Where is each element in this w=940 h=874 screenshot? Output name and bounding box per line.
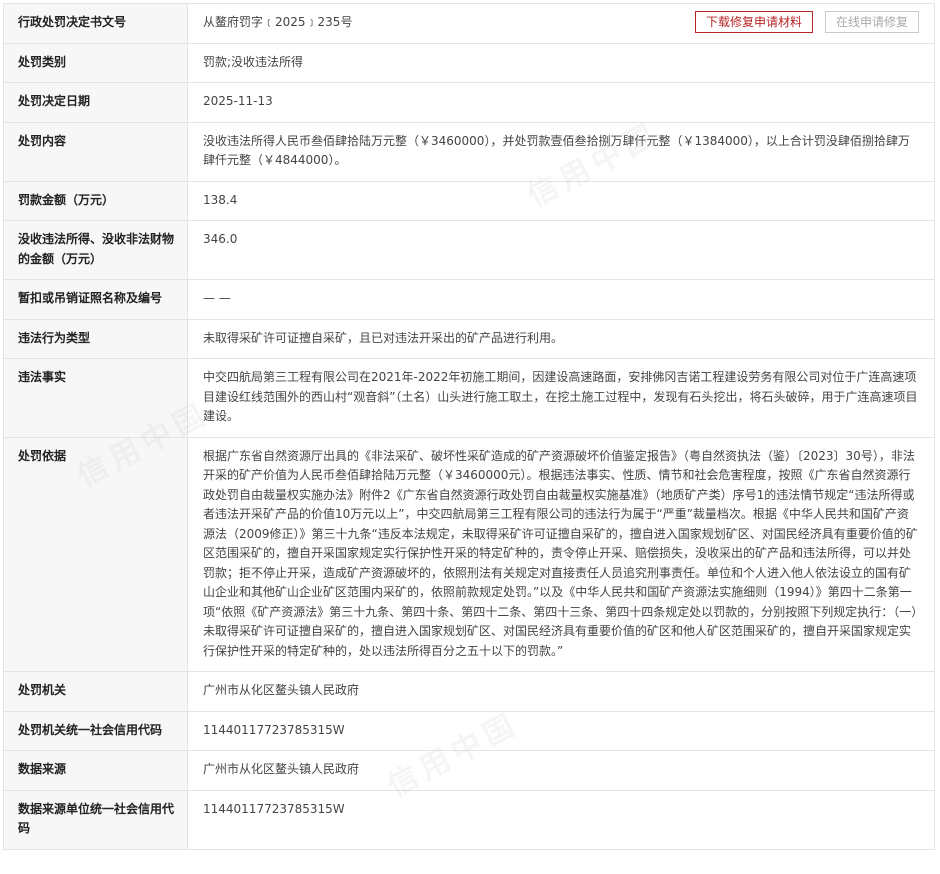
label-license-revoked: 暂扣或吊销证照名称及编号	[3, 279, 188, 320]
download-repair-materials-button[interactable]: 下载修复申请材料	[694, 11, 813, 33]
online-repair-apply-button[interactable]: 在线申请修复	[824, 11, 919, 33]
value-penalty-authority: 广州市从化区鳌头镇人民政府	[187, 671, 935, 712]
label-penalty-basis: 处罚依据	[3, 436, 188, 672]
value-fine-amount: 138.4	[187, 180, 935, 221]
value-decision-number-cell: 从鳌府罚字﹝2025﹞235号 下载修复申请材料 在线申请修复	[187, 3, 935, 44]
row-confiscation-amount: 没收违法所得、没收非法财物的金额（万元） 346.0	[3, 220, 935, 280]
label-penalty-content: 处罚内容	[3, 121, 188, 182]
value-authority-credit-code: 11440117723785315W	[187, 710, 935, 751]
row-penalty-category: 处罚类别 罚款;没收违法所得	[3, 42, 935, 83]
row-penalty-content: 处罚内容 没收违法所得人民币叁佰肆拾陆万元整（￥3460000），并处罚款壹佰叁…	[3, 121, 935, 182]
label-confiscation-amount: 没收违法所得、没收非法财物的金额（万元）	[3, 220, 188, 280]
value-decision-date: 2025-11-13	[187, 82, 935, 123]
value-license-revoked: — —	[187, 279, 935, 320]
value-penalty-category: 罚款;没收违法所得	[187, 42, 935, 83]
value-violation-facts: 中交四航局第三工程有限公司在2021年-2022年初施工期间，因建设高速路面，安…	[187, 358, 935, 438]
repair-actions: 下载修复申请材料 在线申请修复	[694, 11, 919, 33]
value-penalty-content: 没收违法所得人民币叁佰肆拾陆万元整（￥3460000），并处罚款壹佰叁拾捌万肆仟…	[187, 121, 935, 182]
label-decision-number: 行政处罚决定书文号	[3, 3, 188, 44]
penalty-detail-table: 行政处罚决定书文号 从鳌府罚字﹝2025﹞235号 下载修复申请材料 在线申请修…	[3, 3, 935, 850]
value-confiscation-amount: 346.0	[187, 220, 935, 280]
row-decision-date: 处罚决定日期 2025-11-13	[3, 82, 935, 123]
row-data-source: 数据来源 广州市从化区鳌头镇人民政府	[3, 750, 935, 791]
value-data-source: 广州市从化区鳌头镇人民政府	[187, 750, 935, 791]
label-violation-type: 违法行为类型	[3, 318, 188, 359]
label-penalty-authority: 处罚机关	[3, 671, 188, 712]
row-violation-facts: 违法事实 中交四航局第三工程有限公司在2021年-2022年初施工期间，因建设高…	[3, 358, 935, 438]
row-license-revoked: 暂扣或吊销证照名称及编号 — —	[3, 279, 935, 320]
label-source-credit-code: 数据来源单位统一社会信用代码	[3, 789, 188, 850]
value-source-credit-code: 11440117723785315W	[187, 789, 935, 850]
label-fine-amount: 罚款金额（万元）	[3, 180, 188, 221]
label-penalty-category: 处罚类别	[3, 42, 188, 83]
row-fine-amount: 罚款金额（万元） 138.4	[3, 180, 935, 221]
value-violation-type: 未取得采矿许可证擅自采矿，且已对违法开采出的矿产品进行利用。	[187, 318, 935, 359]
row-violation-type: 违法行为类型 未取得采矿许可证擅自采矿，且已对违法开采出的矿产品进行利用。	[3, 318, 935, 359]
row-source-credit-code: 数据来源单位统一社会信用代码 11440117723785315W	[3, 789, 935, 850]
label-violation-facts: 违法事实	[3, 358, 188, 438]
row-penalty-authority: 处罚机关 广州市从化区鳌头镇人民政府	[3, 671, 935, 712]
label-data-source: 数据来源	[3, 750, 188, 791]
row-penalty-basis: 处罚依据 根据广东省自然资源厅出具的《非法采矿、破坏性采矿造成的矿产资源破坏价值…	[3, 436, 935, 672]
value-penalty-basis: 根据广东省自然资源厅出具的《非法采矿、破坏性采矿造成的矿产资源破坏价值鉴定报告》…	[187, 436, 935, 672]
row-authority-credit-code: 处罚机关统一社会信用代码 11440117723785315W	[3, 710, 935, 751]
label-authority-credit-code: 处罚机关统一社会信用代码	[3, 710, 188, 751]
value-decision-number: 从鳌府罚字﹝2025﹞235号	[203, 15, 353, 29]
row-decision-number: 行政处罚决定书文号 从鳌府罚字﹝2025﹞235号 下载修复申请材料 在线申请修…	[3, 3, 935, 44]
label-decision-date: 处罚决定日期	[3, 82, 188, 123]
